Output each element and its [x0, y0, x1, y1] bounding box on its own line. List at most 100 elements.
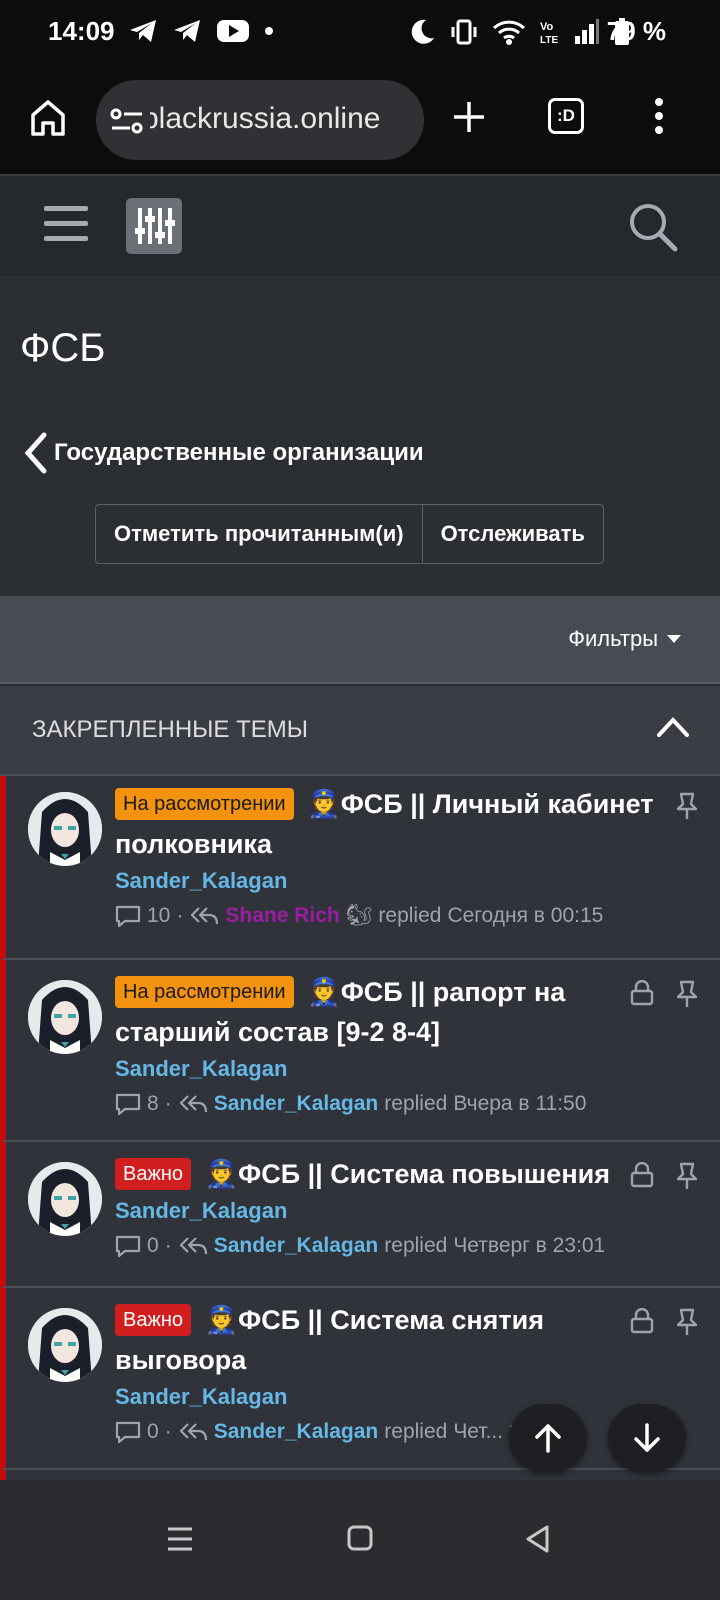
replied-label: replied	[384, 1234, 448, 1257]
signal-icon	[575, 19, 599, 44]
pin-icon	[676, 1162, 698, 1189]
replied-label: replied	[378, 904, 442, 927]
status-badge: Важно	[115, 1304, 192, 1336]
breadcrumb-link[interactable]: Государственные организации	[54, 439, 424, 467]
address-bar[interactable]: blackrussia.online	[96, 80, 424, 160]
thread-meta: 10 · Shane Rich 🐿 replied Сегодня в 00:15	[115, 898, 655, 934]
back-nav-icon[interactable]	[524, 1524, 550, 1554]
site-logo[interactable]	[126, 198, 182, 254]
reply-count: 0	[147, 1234, 159, 1257]
menu-icon[interactable]	[44, 206, 88, 251]
filter-bar: Фильтры	[0, 596, 720, 684]
status-badge: Важно	[115, 1158, 192, 1190]
vibrate-icon	[451, 19, 477, 45]
reply-all-icon	[191, 907, 219, 925]
last-reply-user[interactable]: Sander_Kalagan	[214, 1414, 379, 1450]
reply-all-icon	[179, 1237, 207, 1255]
more-menu-icon[interactable]	[654, 98, 664, 134]
watch-button[interactable]: Отслеживать	[421, 505, 603, 563]
chevron-left-icon	[24, 432, 47, 474]
home-icon[interactable]	[30, 98, 66, 138]
scroll-to-bottom-button[interactable]	[608, 1404, 686, 1472]
lock-icon	[630, 1162, 654, 1188]
avatar[interactable]	[28, 980, 102, 1054]
thread-meta: 8 · Sander_Kalagan replied Вчера в 11:50	[115, 1086, 655, 1122]
comment-icon	[115, 1421, 141, 1444]
recents-icon[interactable]	[166, 1526, 194, 1552]
caret-down-icon	[667, 635, 681, 643]
pin-icon	[676, 1308, 698, 1335]
dot-icon	[265, 27, 273, 35]
thread-author[interactable]: Sander_Kalagan	[115, 1380, 655, 1414]
reply-count: 8	[147, 1092, 159, 1115]
chevron-up-icon[interactable]	[656, 716, 690, 738]
thread-title[interactable]: На рассмотрении 👮ФСБ || рапорт на старши…	[115, 972, 655, 1052]
new-tab-icon[interactable]	[452, 100, 486, 134]
thread-row[interactable]: На рассмотрении 👮ФСБ || рапорт на старши…	[0, 960, 720, 1142]
search-icon[interactable]	[628, 202, 678, 252]
moon-icon	[411, 19, 434, 44]
tab-count: :D	[557, 106, 575, 125]
telegram-icon	[130, 20, 156, 42]
thread-title-text: ФСБ || Система повышения	[238, 1159, 610, 1189]
comment-icon	[115, 905, 141, 928]
police-emoji: 👮	[307, 977, 341, 1007]
scroll-to-top-button[interactable]	[509, 1404, 587, 1472]
sliders-icon	[135, 208, 175, 244]
wifi-icon	[492, 20, 526, 45]
filters-label: Фильтры	[568, 626, 658, 651]
sticky-section-title: ЗАКРЕПЛЕННЫЕ ТЕМЫ	[32, 716, 308, 743]
thread-title[interactable]: Важно 👮ФСБ || Система повышения	[115, 1154, 655, 1194]
lock-icon	[630, 980, 654, 1006]
status-bar: 14:09 Vo LTE 79 %	[0, 0, 720, 64]
thread-content: На рассмотрении 👮ФСБ || Личный кабинет п…	[115, 784, 655, 934]
thread-list: На рассмотрении 👮ФСБ || Личный кабинет п…	[0, 776, 720, 1496]
arrow-up-icon	[535, 1424, 561, 1453]
mark-read-button[interactable]: Отметить прочитанным(и)	[96, 505, 422, 563]
thread-title[interactable]: Важно 👮ФСБ || Система снятия выговора	[115, 1300, 655, 1380]
thread-status-icons	[630, 1162, 698, 1190]
action-buttons: Отметить прочитанным(и) Отслеживать	[95, 504, 604, 564]
thread-author[interactable]: Sander_Kalagan	[115, 864, 655, 898]
avatar[interactable]	[28, 1162, 102, 1236]
last-reply-user[interactable]: Sander_Kalagan	[214, 1228, 379, 1264]
reply-count: 10	[147, 904, 171, 927]
sticky-threads-header[interactable]: ЗАКРЕПЛЕННЫЕ ТЕМЫ	[0, 686, 720, 776]
thread-author[interactable]: Sander_Kalagan	[115, 1052, 655, 1086]
page-header: ФСБ Государственные организации Отметить…	[0, 276, 720, 596]
last-reply-time[interactable]: Сегодня в 00:15	[447, 898, 603, 934]
comment-icon	[115, 1235, 141, 1258]
last-reply-user[interactable]: Shane Rich	[225, 898, 339, 934]
notification-icons	[128, 18, 274, 44]
last-reply-time[interactable]: Вчера в 11:50	[453, 1086, 586, 1122]
thread-content: Важно 👮ФСБ || Система повышения Sander_K…	[115, 1154, 655, 1264]
svg-text:Vo: Vo	[540, 21, 554, 33]
thread-row[interactable]: Важно 👮ФСБ || Система повышения Sander_K…	[0, 1142, 720, 1288]
battery-percent: 79 %	[606, 16, 666, 46]
thread-status-icons	[630, 1308, 698, 1336]
volte-icon: Vo LTE	[540, 21, 558, 46]
thread-row[interactable]: На рассмотрении 👮ФСБ || Личный кабинет п…	[0, 776, 720, 960]
police-emoji: 👮	[204, 1305, 239, 1335]
thread-author[interactable]: Sander_Kalagan	[115, 1194, 655, 1228]
svg-text:LTE: LTE	[540, 35, 558, 46]
filters-dropdown[interactable]: Фильтры	[568, 626, 682, 652]
tab-switcher-button[interactable]: :D	[548, 98, 584, 134]
avatar[interactable]	[28, 792, 102, 866]
reply-all-icon	[179, 1423, 207, 1441]
system-nav-bar	[0, 1480, 720, 1600]
replied-label: replied	[384, 1092, 448, 1115]
breadcrumb[interactable]: Государственные организации	[24, 432, 424, 474]
thread-meta: 0 · Sander_Kalagan replied Четверг в 23:0…	[115, 1228, 655, 1264]
replied-label: replied	[384, 1420, 448, 1443]
thread-title[interactable]: На рассмотрении 👮ФСБ || Личный кабинет п…	[115, 784, 655, 864]
last-reply-user[interactable]: Sander_Kalagan	[214, 1086, 379, 1122]
last-reply-time[interactable]: Четверг в 23:01	[453, 1228, 605, 1264]
pin-icon	[676, 980, 698, 1007]
browser-toolbar: blackrussia.online :D	[0, 64, 720, 176]
avatar[interactable]	[28, 1308, 102, 1382]
arrow-down-icon	[634, 1423, 660, 1452]
site-settings-icon[interactable]	[110, 106, 144, 136]
status-badge: На рассмотрении	[115, 788, 294, 820]
home-nav-icon[interactable]	[347, 1525, 373, 1551]
